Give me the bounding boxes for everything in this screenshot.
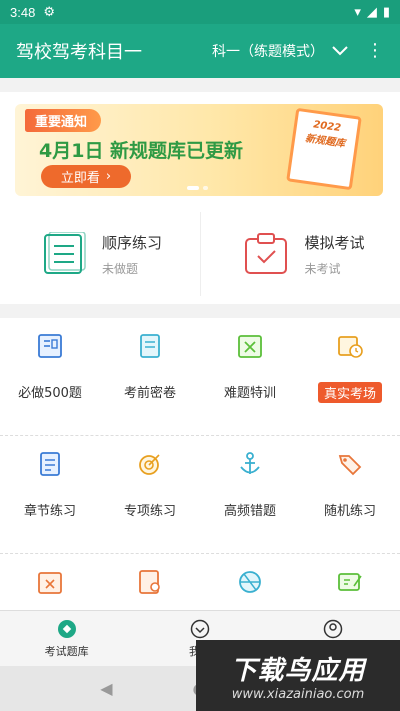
question-bank-book-illustration: 2022 新规题库 [286,107,362,191]
more-menu-icon[interactable]: ⋮ [366,42,384,60]
hard-questions-button[interactable]: 难题特训 [200,318,300,435]
feature-row: 必做500题 考前密卷 难题特训 真实考场 [0,318,400,436]
indicator-dot-active [187,186,199,190]
watermark-title: 下载鸟应用 [230,655,366,686]
app-title: 驾校驾考科目一 [16,42,142,63]
back-icon[interactable]: ◀ [100,679,112,698]
chapter-practice-button[interactable]: 章节练习 [0,436,100,553]
announcement-banner[interactable]: 重要通知 4月1日 新规题库已更新 立即看 › 2022 新规题库 [15,104,383,196]
banner-page-indicator [187,186,208,190]
status-time: 3:48 [10,4,36,20]
random-practice-button[interactable]: 随机练习 [300,436,400,553]
chapter-practice-label: 章节练习 [23,504,76,519]
pre-exam-paper-label: 考前密卷 [123,386,176,401]
random-practice-label: 随机练习 [323,504,376,519]
anchor-icon [240,452,260,474]
status-icons: ▾ ◢ ▮ [354,5,390,20]
real-exam-room-button[interactable]: 真实考场 [300,318,400,435]
section-divider [0,304,400,318]
banner-tag: 重要通知 [25,109,102,132]
document-icon [40,452,60,476]
paper-icon [140,334,160,358]
battery-icon: ▮ [382,4,390,20]
sequential-practice-label: 顺序练习 [102,233,163,252]
feature-row: 章节练习 专项练习 高频错题 随机练习 [0,436,400,554]
subject-label: 科一（练题模式） [212,44,324,60]
status-bar: 3:48 ⚙ ▾ ◢ ▮ [0,0,400,24]
chevron-down-icon [332,46,348,56]
must-do-500-button[interactable]: 必做500题 [0,318,100,435]
target-icon [139,454,160,475]
banner-cta-label: 立即看 [60,171,100,186]
real-exam-room-label: 真实考场 [317,382,382,403]
app-bar: 驾校驾考科目一 科一（练题模式） ⋮ [0,24,400,78]
frequent-mistakes-button[interactable]: 高频错题 [200,436,300,553]
edit-card-icon [338,573,362,591]
user-icon [324,619,343,638]
tab-question-bank[interactable]: 考试题库 [0,611,133,666]
wifi-icon: ▾ [354,4,361,20]
question-bank-icon [57,619,76,638]
must-do-500-label: 必做500题 [18,386,82,401]
watermark-url: www.xiazainiao.com [231,686,365,702]
list-icon [44,232,86,274]
subject-selector[interactable]: 科一（练题模式） [212,41,348,61]
book-icon [38,334,62,358]
frequent-mistakes-label: 高频错题 [223,504,276,519]
tab-question-bank-label: 考试题库 [44,644,89,658]
profile-badge-icon [190,619,210,638]
gear-icon: ⚙ [43,4,55,20]
cross-calendar-icon [238,335,262,358]
hard-questions-label: 难题特训 [223,386,276,401]
indicator-dot [203,186,208,190]
sequential-practice-button[interactable]: 顺序练习 未做题 [0,212,200,296]
globe-icon [239,571,261,593]
calendar-check-icon [244,233,287,274]
sequential-practice-status: 未做题 [102,261,139,276]
pre-exam-paper-button[interactable]: 考前密卷 [100,318,200,435]
banner-cta-button[interactable]: 立即看 › [41,165,131,188]
watermark-logo: 下载鸟应用 www.xiazainiao.com [196,640,400,711]
special-practice-label: 专项练习 [123,504,176,519]
mock-exam-button[interactable]: 模拟考试 未考试 [199,212,400,296]
chevron-right-icon: › [105,169,112,184]
quick-actions: 顺序练习 未做题 模拟考试 未考试 [0,212,400,296]
banner-headline: 4月1日 新规题库已更新 [39,140,244,162]
calendar-clock-icon [338,336,363,358]
top-spacer [0,78,400,92]
special-practice-button[interactable]: 专项练习 [100,436,200,553]
box-x-icon [38,572,62,594]
signal-icon: ◢ [366,4,377,20]
tags-icon [338,455,362,476]
search-document-icon [139,570,160,594]
mock-exam-status: 未考试 [304,261,341,276]
mock-exam-label: 模拟考试 [304,233,365,252]
